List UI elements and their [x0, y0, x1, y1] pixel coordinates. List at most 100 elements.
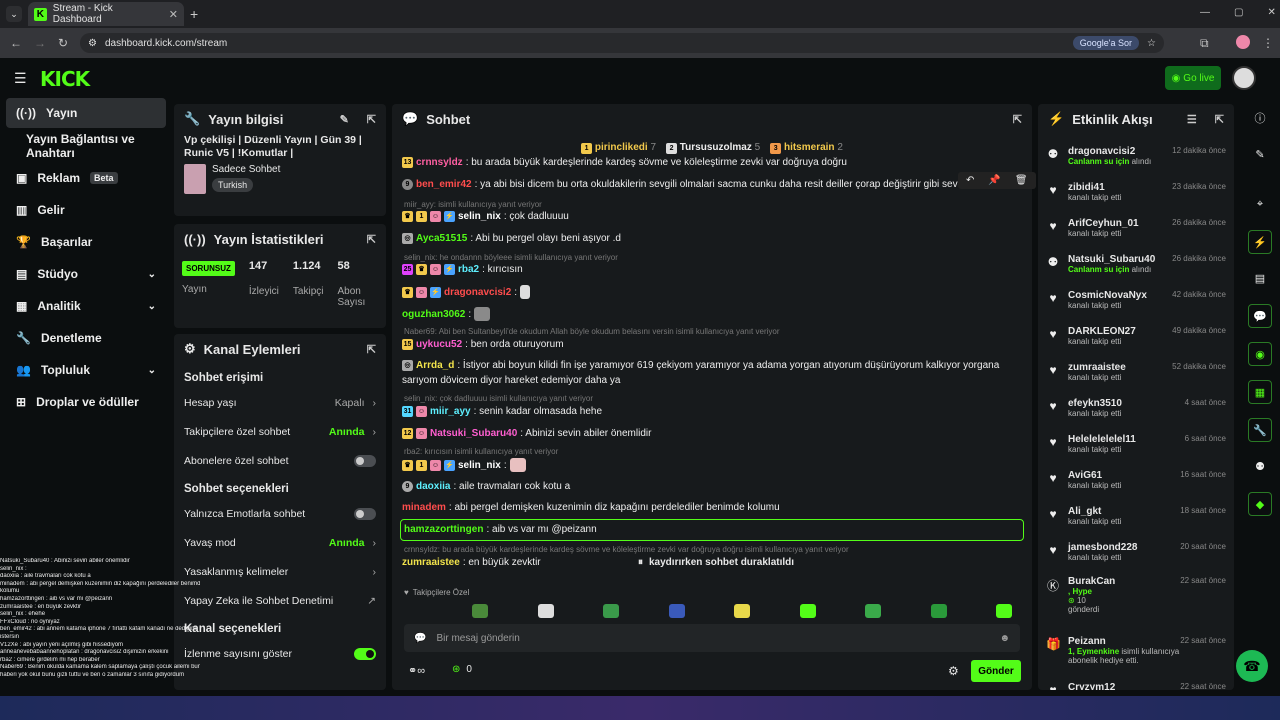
- event-item[interactable]: ♥ jamesbond228 kanalı takip etti 20 saat ön…: [1046, 538, 1226, 572]
- gifter-1[interactable]: 1 pirinclikedi 7: [581, 142, 656, 154]
- notes-icon[interactable]: ▤: [1248, 266, 1272, 290]
- browser-tab[interactable]: K Stream - Kick Dashboard ✕: [28, 2, 184, 26]
- slow-mode-setting[interactable]: Yavaş mod Anında ›: [174, 528, 386, 557]
- chat-message[interactable]: oguzhan3062:: [402, 306, 1022, 322]
- emote-6[interactable]: [799, 604, 816, 618]
- tab-list-button[interactable]: ⌄: [6, 6, 22, 22]
- community-link-icon[interactable]: ⚭∞: [408, 664, 425, 677]
- emote-7[interactable]: [865, 604, 881, 618]
- event-item[interactable]: ♥ zibidi41 kanalı takip etti 23 dakika önce: [1046, 178, 1226, 212]
- edit-icon[interactable]: ✎: [1248, 142, 1272, 166]
- chat-message[interactable]: minadem: abi pergel demişken kuzenimin d…: [402, 501, 1022, 514]
- emote-5[interactable]: [734, 604, 750, 618]
- event-item[interactable]: ♥ Ali_gkt kanalı takip etti 18 saat önce: [1046, 502, 1226, 536]
- chat-message[interactable]: 9 daoxiia: aile travmaları cok kotu a: [402, 480, 1022, 493]
- chat-message[interactable]: ♛ ☺ ⚡ dragonavcisi2:: [402, 285, 1022, 299]
- support-chat-icon[interactable]: ☎: [1236, 650, 1268, 682]
- event-item[interactable]: ⚉ Natsuki_Subaru40 Canlanm su için alındı 2…: [1046, 250, 1226, 284]
- go-live-button[interactable]: ◉ Go live: [1165, 66, 1221, 90]
- close-icon[interactable]: ✕: [169, 8, 178, 21]
- profile-icon[interactable]: [1236, 35, 1250, 49]
- google-ask-button[interactable]: Google'a Sor: [1072, 36, 1140, 50]
- filter-icon[interactable]: ☰: [1187, 113, 1197, 126]
- chat-message[interactable]: ◎ Arrda_d: İstiyor abi boyun kilidi fin i…: [402, 359, 1022, 372]
- chat-message[interactable]: 9 ben_emir42: ya abi bisi dicem bu orta o…: [402, 178, 962, 191]
- address-bar[interactable]: ⚙ dashboard.kick.com/stream Google'a Sor…: [80, 33, 1164, 53]
- menu-dots-icon[interactable]: ⋮: [1262, 36, 1274, 50]
- gifter-2[interactable]: 2 Tursusuzolmaz 5: [666, 142, 760, 154]
- maximize-icon[interactable]: ▢: [1234, 7, 1243, 18]
- sidebar-item-reklam[interactable]: ▣ Reklam Beta: [6, 163, 166, 193]
- emote-only-toggle[interactable]: [354, 507, 376, 520]
- new-tab-button[interactable]: +: [190, 6, 198, 22]
- sidebar-item-studyo[interactable]: ▤ Stüdyo ⌄: [6, 259, 166, 289]
- kick-logo[interactable]: KICK: [40, 67, 90, 91]
- lightning-icon[interactable]: ⚡: [1248, 230, 1272, 254]
- sidebar-item-droplar[interactable]: ⊞ Droplar ve ödüller: [6, 387, 166, 417]
- focus-icon[interactable]: ⌖: [1248, 192, 1272, 216]
- subs-only-setting[interactable]: Abonelere özel sohbet: [174, 446, 386, 475]
- bookmark-star-icon[interactable]: ☆: [1147, 38, 1156, 49]
- sidebar-item-stream-key[interactable]: Yayın Bağlantısı ve Anahtarı: [6, 131, 176, 161]
- sidebar-item-basarilar[interactable]: 🏆 Başarılar: [6, 227, 166, 257]
- emote-4[interactable]: [668, 604, 685, 618]
- channel-points[interactable]: ⊛ 0: [452, 664, 472, 675]
- emote-3[interactable]: [603, 604, 619, 618]
- event-item-gift-sub[interactable]: 🎁 Peizann 1, Eymenkine isimli kullanıcıya …: [1046, 632, 1226, 676]
- extensions-icon[interactable]: ⧉: [1200, 36, 1209, 51]
- hamburger-icon[interactable]: ☰: [14, 70, 27, 87]
- popout-icon[interactable]: ⇱: [1215, 113, 1224, 126]
- chat-message[interactable]: 25 ♛ ☺ ⚡ rba2: kırıcısın: [402, 263, 1022, 276]
- sidebar-item-denetleme[interactable]: 🔧 Denetleme: [6, 323, 166, 353]
- popout-icon[interactable]: ⇱: [1013, 113, 1022, 126]
- delete-icon[interactable]: 🗑: [1015, 175, 1028, 186]
- subs-only-toggle[interactable]: [354, 454, 376, 467]
- banned-words-setting[interactable]: Yasaklanmış kelimeler ›: [174, 557, 386, 586]
- chat-message[interactable]: ♛ 1 ☺ ⚡ selin_nix: çok dadluuuu: [402, 210, 1022, 223]
- forward-icon[interactable]: →: [34, 36, 46, 50]
- community-icon[interactable]: ⚉: [1248, 454, 1272, 478]
- chat-message[interactable]: ♛ 1 ☺ ⚡ selin_nix:: [402, 457, 1022, 473]
- reload-icon[interactable]: ↻: [58, 36, 68, 50]
- chat-bubble-icon[interactable]: 💬: [1248, 304, 1272, 328]
- chat-message[interactable]: 12 ☺ Natsuki_Subaru40: Abinizi sevin abile…: [402, 427, 1022, 440]
- chat-message-highlighted[interactable]: hamzazorttingen: aib vs var mı @peizann: [404, 523, 1024, 536]
- emote-9[interactable]: [996, 604, 1012, 618]
- gifter-3[interactable]: 3 hitsmerain 2: [770, 142, 843, 154]
- sidebar-item-analitik[interactable]: ▦ Analitik ⌄: [6, 291, 166, 321]
- show-viewers-setting[interactable]: İzlenme sayısını göster: [174, 639, 386, 668]
- send-button[interactable]: Gönder: [971, 660, 1021, 682]
- sidebar-item-topluluk[interactable]: 👥 Topluluk ⌄: [6, 355, 166, 385]
- emoji-icon[interactable]: ☻: [999, 633, 1010, 644]
- event-item[interactable]: ♥ Helelelelelel11 kanalı takip etti 6 saat …: [1046, 430, 1226, 464]
- chat-paused-notice[interactable]: ⏸ kaydırırken sohbet duraklatıldı: [638, 557, 794, 568]
- popout-icon[interactable]: ⇱: [367, 233, 376, 246]
- chat-message[interactable]: zumraaistee: en büyük zevktir: [402, 556, 632, 569]
- event-item[interactable]: ♥ efeykn3510 kanalı takip etti 4 saat önce: [1046, 394, 1226, 428]
- event-item[interactable]: ♥ AviG61 kanalı takip etti 16 saat önce: [1046, 466, 1226, 500]
- show-viewers-toggle[interactable]: [354, 647, 376, 660]
- back-icon[interactable]: ←: [10, 36, 22, 50]
- event-item[interactable]: ♥ CosmicNovaNyx kanalı takip etti 42 dakika…: [1046, 286, 1226, 320]
- pin-icon[interactable]: 📌: [988, 175, 1000, 186]
- event-item[interactable]: ♥ DARKLEON27 kanalı takip etti 49 dakika ön…: [1046, 322, 1226, 356]
- stream-icon[interactable]: ◉: [1248, 342, 1272, 366]
- emote-2[interactable]: [537, 604, 554, 618]
- event-item[interactable]: ♥ Cryzym12 22 saat önce: [1046, 678, 1226, 690]
- reply-icon[interactable]: ↶: [966, 175, 974, 186]
- minimize-icon[interactable]: —: [1200, 7, 1210, 18]
- sidebar-item-yayin[interactable]: ((·)) Yayın: [6, 98, 166, 128]
- sidebar-item-gelir[interactable]: ▥ Gelir: [6, 195, 166, 225]
- emote-1[interactable]: [472, 604, 488, 618]
- chat-message[interactable]: 15 uykucu52: ben orda oturuyorum: [402, 338, 1022, 351]
- info-icon[interactable]: ⓘ: [1248, 106, 1272, 130]
- layout-icon[interactable]: ▦: [1248, 380, 1272, 404]
- site-info-icon[interactable]: ⚙: [88, 38, 97, 49]
- chat-message[interactable]: ◎ Ayca51515: Abi bu pergel olayı beni aşı…: [402, 232, 1022, 245]
- diamond-icon[interactable]: ◆: [1248, 492, 1272, 516]
- wrench-icon[interactable]: 🔧: [1248, 418, 1272, 442]
- event-item[interactable]: ♥ ArifCeyhun_01 kanalı takip etti 26 dakika…: [1046, 214, 1226, 248]
- emote-8[interactable]: [930, 604, 947, 618]
- account-age-setting[interactable]: Hesap yaşı Kapalı ›: [174, 388, 386, 417]
- chat-input[interactable]: 💬 Bir mesaj gönderin ☻: [404, 624, 1020, 652]
